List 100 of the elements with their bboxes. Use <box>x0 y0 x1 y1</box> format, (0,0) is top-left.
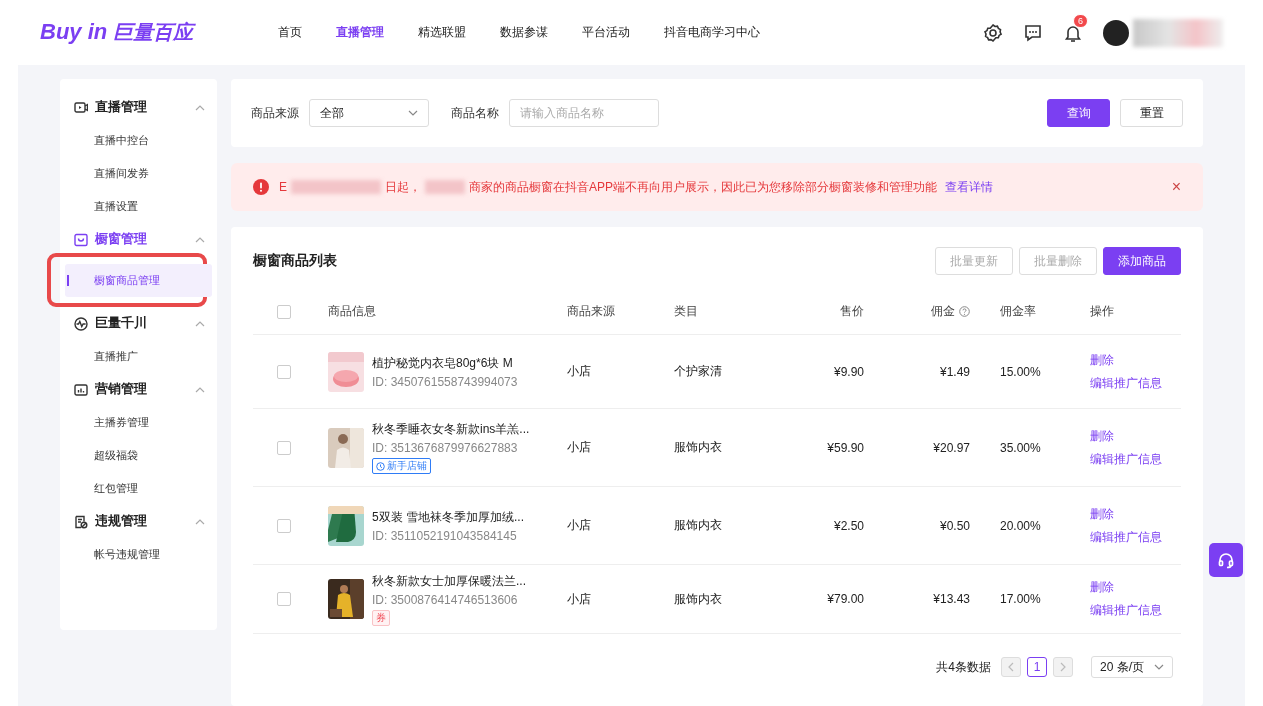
row-checkbox[interactable] <box>277 440 291 455</box>
chevron-up-icon <box>195 386 205 393</box>
table-cell: ¥20.97 <box>933 440 970 455</box>
source-dropdown[interactable]: 全部 <box>309 99 429 127</box>
sidebar-group-header[interactable]: 橱窗管理 <box>60 223 217 256</box>
nav-link[interactable]: 数据参谋 <box>500 24 548 41</box>
edit-link[interactable]: 编辑推广信息 <box>1090 374 1162 392</box>
video-camera-icon <box>74 100 88 115</box>
edit-link[interactable]: 编辑推广信息 <box>1090 528 1162 546</box>
table-cell: 服饰内衣 <box>674 439 722 456</box>
table-cell: 35.00% <box>1000 440 1041 455</box>
row-checkbox[interactable] <box>277 364 291 379</box>
table-cell: 小店 <box>567 439 591 456</box>
row-checkbox[interactable] <box>277 592 291 606</box>
avatar[interactable] <box>1103 19 1129 46</box>
sidebar-group-header[interactable]: 营销管理 <box>60 373 217 406</box>
name-input-field[interactable]: 请输入商品名称 <box>509 99 659 127</box>
product-name: 5双装 雪地袜冬季加厚加绒... <box>372 508 524 526</box>
table-cell: ¥1.49 <box>939 364 970 379</box>
table-cell: 个护家清 <box>674 363 722 380</box>
sidebar-item[interactable]: 直播设置 <box>65 190 212 223</box>
select-all-checkbox[interactable] <box>277 304 291 319</box>
search-button[interactable]: 查询 <box>1047 99 1110 127</box>
redacted-text <box>425 180 465 194</box>
table-cell: ¥9.90 <box>833 364 864 379</box>
settings-icon <box>983 22 1003 43</box>
add-product-button[interactable]: 添加商品 <box>1103 247 1181 275</box>
nav-link[interactable]: 首页 <box>278 24 302 41</box>
total-count: 共4条数据 <box>936 658 991 676</box>
sidebar-item[interactable]: 帐号违规管理 <box>65 538 212 571</box>
chevron-right-icon <box>1060 662 1066 672</box>
chevron-up-icon <box>195 320 205 327</box>
nav-link[interactable]: 直播管理 <box>336 24 384 41</box>
edit-link[interactable]: 编辑推广信息 <box>1090 450 1162 468</box>
sidebar-item[interactable]: 主播券管理 <box>65 406 212 439</box>
column-header: 商品来源 <box>567 303 615 320</box>
details-link[interactable]: 查看详情 <box>945 178 994 196</box>
chevron-down-icon <box>1154 664 1164 670</box>
pulse-icon <box>74 316 88 331</box>
sidebar-item[interactable]: 超级福袋 <box>65 439 212 472</box>
coupon-tag: 券 <box>372 609 390 626</box>
document-icon <box>74 514 88 529</box>
next-page-button[interactable] <box>1053 657 1073 677</box>
column-header: 商品信息 <box>328 303 376 320</box>
delete-link[interactable]: 删除 <box>1090 505 1114 523</box>
bar-chart-icon <box>74 382 88 397</box>
delete-link[interactable]: 删除 <box>1090 427 1114 445</box>
product-name: 秋冬新款女士加厚保暖法兰... <box>372 572 526 590</box>
column-header: 佣金率 <box>1000 303 1036 320</box>
error-icon <box>253 179 269 195</box>
sidebar-item[interactable]: 直播推广 <box>65 340 212 373</box>
message-icon <box>1023 22 1043 43</box>
chevron-up-icon <box>195 236 205 243</box>
delete-link[interactable]: 删除 <box>1090 579 1114 596</box>
table-cell: 小店 <box>567 517 591 534</box>
chevron-left-icon <box>1008 662 1014 672</box>
previous-page-button[interactable] <box>1001 657 1021 677</box>
sidebar-group-header[interactable]: 违规管理 <box>60 505 217 538</box>
table-cell: 15.00% <box>1000 364 1041 379</box>
page-button[interactable]: 1 <box>1027 657 1047 677</box>
notice-text: 日起， <box>385 178 421 196</box>
product-name: 秋冬季睡衣女冬新款ins羊羔... <box>372 421 530 438</box>
delete-link[interactable]: 删除 <box>1090 351 1114 369</box>
help-icon <box>959 306 970 317</box>
sidebar-group-header[interactable]: 直播管理 <box>60 91 217 124</box>
sidebar-item[interactable]: 红包管理 <box>65 472 212 505</box>
sidebar-item[interactable]: 直播间发券 <box>65 157 212 190</box>
sidebar-item[interactable]: 橱窗商品管理 <box>65 264 212 297</box>
section-title: 橱窗商品列表 <box>253 252 337 270</box>
close-button[interactable]: × <box>1171 178 1181 196</box>
field-label: 商品来源 <box>251 104 299 122</box>
notification-badge: 6 <box>1073 13 1088 28</box>
nav-link[interactable]: 抖音电商学习中心 <box>664 24 760 41</box>
bag-icon <box>74 232 88 247</box>
edit-link[interactable]: 编辑推广信息 <box>1090 602 1162 619</box>
headset-icon <box>1217 551 1235 569</box>
column-header: 类目 <box>674 303 698 320</box>
nav-link[interactable]: 平台活动 <box>582 24 630 41</box>
product-id: ID: 3450761558743994073 <box>372 374 518 389</box>
notice-text: 商家的商品橱窗在抖音APP端不再向用户展示，因此已为您移除部分橱窗装修和管理功能 <box>469 178 938 196</box>
table-cell: 服饰内衣 <box>674 590 722 608</box>
product-id: ID: 3500876414746513606 <box>372 592 519 607</box>
table-cell: 20.00% <box>1000 518 1041 533</box>
chevron-up-icon <box>195 104 205 111</box>
table-cell: 服饰内衣 <box>674 517 722 534</box>
selection-indicator <box>67 275 69 286</box>
page-size-dropdown[interactable]: 20 条/页 <box>1091 656 1173 678</box>
column-header: 操作 <box>1090 303 1114 320</box>
nav-link[interactable]: 精选联盟 <box>418 24 466 41</box>
table-cell: 小店 <box>567 590 591 608</box>
field-label: 商品名称 <box>451 104 499 122</box>
reset-button[interactable]: 重置 <box>1120 99 1183 127</box>
customer-service-button[interactable] <box>1209 543 1243 577</box>
chevron-down-icon <box>408 110 418 116</box>
sidebar-item[interactable]: 直播中控台 <box>65 124 212 157</box>
table-cell: ¥79.00 <box>827 592 864 606</box>
row-checkbox[interactable] <box>277 518 291 533</box>
sidebar-group-header[interactable]: 巨量千川 <box>60 307 217 340</box>
clock-icon <box>376 461 385 471</box>
column-header: 佣金 <box>931 303 955 320</box>
